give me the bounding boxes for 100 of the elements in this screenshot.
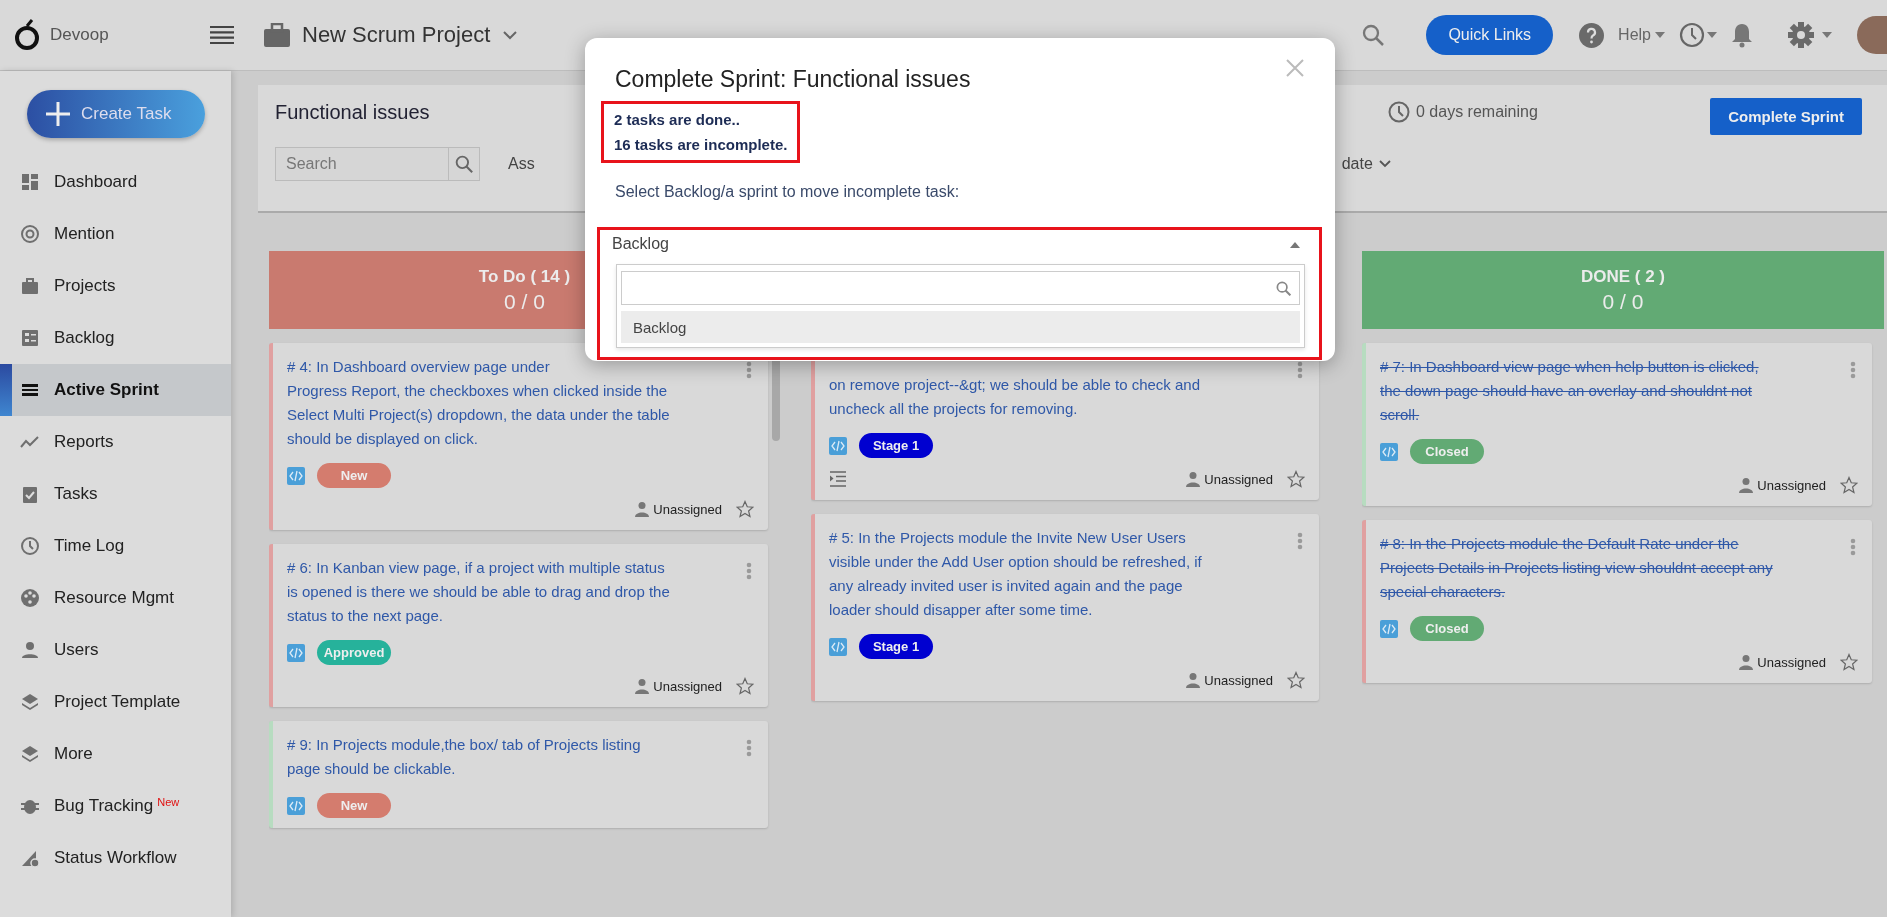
complete-sprint-button[interactable]: Complete Sprint: [1710, 98, 1862, 135]
create-task-button[interactable]: Create Task: [27, 90, 205, 138]
search-icon[interactable]: [1362, 24, 1385, 46]
sidebar-item[interactable]: More: [0, 728, 231, 780]
sidebar-item[interactable]: Active Sprint: [0, 364, 231, 416]
task-title[interactable]: on remove project--&gt; we should be able to check and uncheck all the projects for removing.: [829, 373, 1305, 421]
sidebar-item[interactable]: Reports: [0, 416, 231, 468]
task-card[interactable]: # 9: In Projects module,the box/ tab of Projects listing page should be clickable. New: [269, 721, 768, 828]
task-title[interactable]: # 8: In the Projects module the Default Rate under the Projects Details in Projects listing view shouldnt accept any special characters.: [1380, 532, 1858, 604]
person-icon: [634, 678, 651, 694]
assignee-label[interactable]: Unassigned: [653, 678, 722, 694]
help-icon[interactable]: [1579, 22, 1605, 48]
kebab-menu-icon[interactable]: [1297, 361, 1303, 379]
indent-icon[interactable]: [829, 471, 847, 487]
code-icon: [287, 643, 305, 662]
grid-icon: [20, 172, 40, 192]
task-card[interactable]: # 7: In Dashboard view page when help button is clicked, the down page should have an overlay and shouldnt not scroll. Closed Unassigned: [1362, 343, 1872, 506]
task-summary: 16 tasks are incomplete.: [614, 135, 788, 155]
code-icon: [1380, 619, 1398, 638]
sidebar-label: Mention: [54, 224, 115, 244]
star-icon[interactable]: [736, 677, 754, 695]
logo-icon[interactable]: [14, 19, 40, 51]
clock-icon: [20, 536, 40, 556]
task-title[interactable]: # 6: In Kanban view page, if a project with multiple status is opened is there we should be able to drag and drop the status to the next page.: [287, 556, 754, 628]
project-title[interactable]: New Scrum Project: [302, 22, 491, 48]
help-menu[interactable]: Help: [1618, 26, 1651, 44]
person-icon: [1185, 672, 1202, 688]
quick-links-button[interactable]: Quick Links: [1426, 15, 1554, 55]
kebab-menu-icon[interactable]: [746, 361, 752, 379]
sprint-select[interactable]: Backlog: [600, 230, 1319, 256]
days-remaining: 0 days remaining: [1416, 103, 1538, 121]
dropdown-search-field[interactable]: [621, 271, 1300, 305]
sidebar-item[interactable]: Projects: [0, 260, 231, 312]
task-card[interactable]: # 6: In Kanban view page, if a project with multiple status is opened is there we should be able to drag and drop the status to the next page. Approved Unassigned: [269, 544, 768, 707]
clock-dropdown-icon[interactable]: [1679, 22, 1717, 48]
star-icon[interactable]: [1287, 671, 1305, 689]
at-sign-icon: [20, 224, 40, 244]
sidebar-label: Bug Tracking New: [54, 796, 180, 816]
task-card[interactable]: [811, 514, 1319, 701]
assignee-label[interactable]: Unassigned: [1204, 471, 1273, 487]
status-badge: Closed: [1410, 439, 1484, 464]
chevron-down-icon[interactable]: [1378, 160, 1391, 168]
sidebar-item[interactable]: Resource Mgmt: [0, 572, 231, 624]
search-field[interactable]: Search: [275, 147, 448, 181]
caret-icon[interactable]: [1655, 32, 1665, 38]
sidebar-item[interactable]: Mention: [0, 208, 231, 260]
date-filter[interactable]: date: [1341, 155, 1373, 173]
task-summary: 2 tasks are done..: [614, 110, 741, 130]
status-badge: Stage 1: [859, 634, 933, 659]
layers-icon: [20, 744, 40, 764]
bell-icon[interactable]: [1731, 22, 1753, 48]
sprint-title: Functional issues: [275, 101, 430, 124]
person-icon: [634, 501, 651, 517]
assignee-label[interactable]: Unassigned: [1757, 654, 1826, 670]
palette-icon: [20, 588, 40, 608]
person-icon: [20, 640, 40, 660]
caret-icon: [1289, 240, 1301, 248]
sidebar-item[interactable]: Time Log: [0, 520, 231, 572]
sidebar-label: Project Template: [54, 692, 181, 712]
sidebar-item[interactable]: Bug Tracking New: [0, 780, 231, 832]
status-badge: Approved: [317, 640, 391, 665]
sidebar-label: Projects: [54, 276, 116, 296]
star-icon[interactable]: [736, 500, 754, 518]
sidebar-label: Time Log: [54, 536, 125, 556]
search-icon: [1276, 280, 1291, 296]
task-card[interactable]: # 4: In Dashboard overview page under Progress Report, the checkboxes when clicked inside the Select Multi Project(s) dropdown, the data under the table should be displayed on click. New Unassigned: [269, 343, 768, 530]
assignee-label[interactable]: Unassigned: [653, 501, 722, 517]
sidebar-item[interactable]: Users: [0, 624, 231, 676]
chevron-down-icon[interactable]: [502, 30, 519, 40]
code-icon: [829, 637, 847, 656]
sidebar-item[interactable]: Tasks: [0, 468, 231, 520]
task-title[interactable]: # 5: In the Projects module the Invite New User Users visible under the Add User option should be refreshed, if any already invited user is invited again and the page loader should disapper after some time.: [829, 526, 1305, 622]
sidebar-item[interactable]: Backlog: [0, 312, 231, 364]
clipboard-check-icon: [20, 484, 40, 504]
assignee-label[interactable]: Unassigned: [1757, 477, 1826, 493]
status-badge: New: [317, 463, 391, 488]
task-title[interactable]: # 7: In Dashboard view page when help button is clicked, the down page should have an overlay and shouldnt not scroll.: [1380, 355, 1858, 427]
task-card[interactable]: # 8: In the Projects module the Default Rate under the Projects Details in Projects listing view shouldnt accept any special characters. Closed Unassigned: [1362, 520, 1872, 683]
column-points: 0 / 0: [504, 289, 545, 314]
sidebar-item[interactable]: Project Template: [0, 676, 231, 728]
search-button[interactable]: [448, 147, 480, 181]
task-title[interactable]: # 9: In Projects module,the box/ tab of Projects listing page should be clickable.: [287, 733, 754, 781]
sidebar-item[interactable]: Dashboard: [0, 156, 231, 208]
star-icon[interactable]: [1287, 470, 1305, 488]
settings-icon[interactable]: [1787, 21, 1833, 49]
column-points: 0 / 0: [1602, 289, 1644, 314]
dropdown-option[interactable]: Backlog: [621, 311, 1300, 343]
app-name: Devoop: [50, 25, 109, 45]
assignee-label[interactable]: Unassigned: [1204, 672, 1273, 688]
clock-icon: [1388, 101, 1410, 123]
sidebar-item[interactable]: Status Workflow: [0, 832, 231, 884]
task-title[interactable]: # 4: In Dashboard overview page under Progress Report, the checkboxes when clicked inside the Select Multi Project(s) dropdown, the data under the table should be displayed on click.: [287, 355, 754, 451]
star-icon[interactable]: [1840, 476, 1858, 494]
sidebar-label: Backlog: [54, 328, 115, 348]
menu-icon[interactable]: [210, 25, 234, 45]
sidebar-label: Status Workflow: [54, 848, 177, 868]
code-icon: [287, 796, 305, 815]
star-icon[interactable]: [1840, 653, 1858, 671]
avatar[interactable]: [1857, 16, 1887, 54]
assignee-filter[interactable]: Ass: [508, 155, 535, 173]
